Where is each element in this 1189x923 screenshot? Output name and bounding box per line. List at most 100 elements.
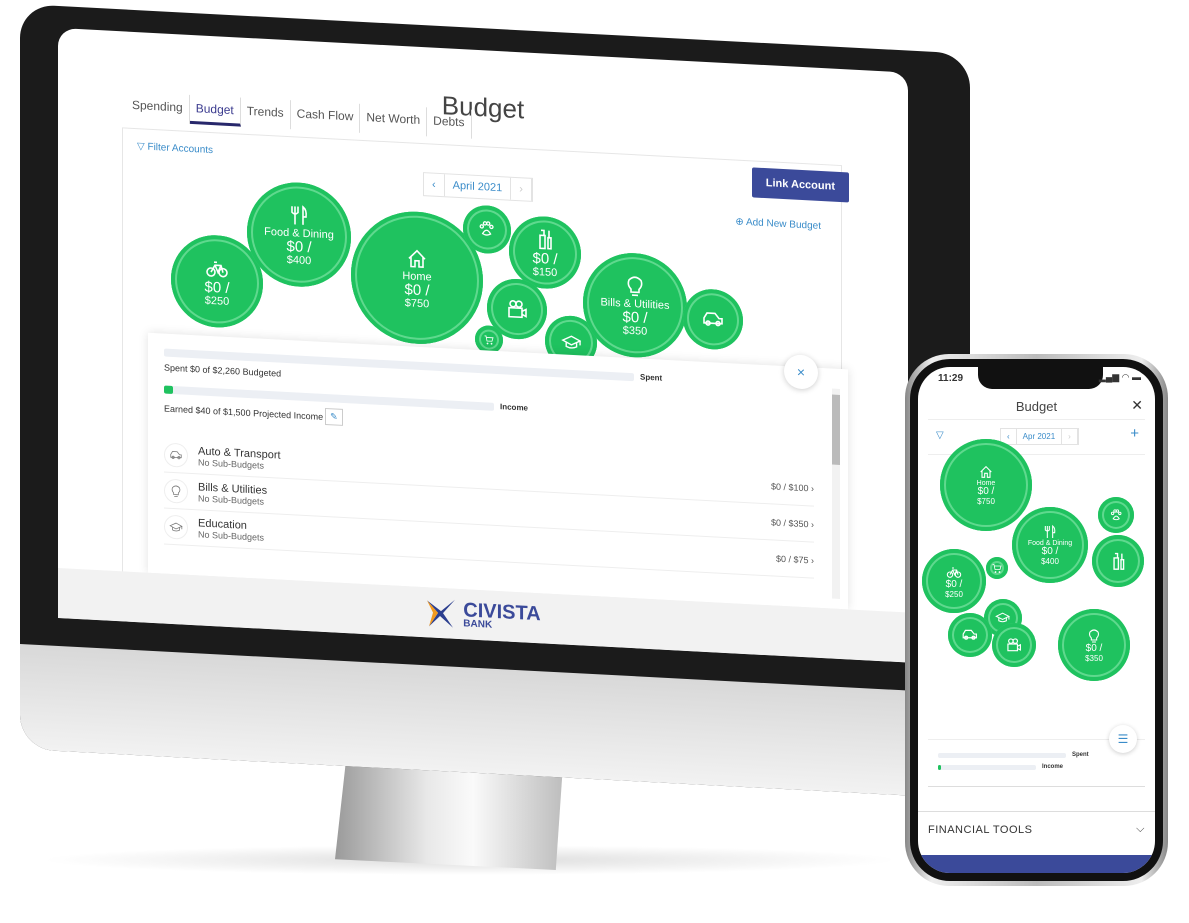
tab-net-worth[interactable]: Net Worth	[360, 103, 428, 137]
cart-icon	[484, 335, 494, 345]
graduation-icon	[169, 522, 183, 531]
spent-label: Spent	[640, 372, 663, 383]
spent-bar	[938, 752, 1066, 758]
filter-label: Filter Accounts	[147, 141, 214, 157]
phone-title: Budget	[1015, 399, 1058, 414]
fork-knife-icon	[1044, 524, 1056, 538]
month-label: April 2021	[444, 174, 512, 200]
bubble-spent: $0 /	[945, 578, 963, 590]
plus-circle-icon: ⊕	[735, 216, 746, 229]
home-icon	[980, 465, 992, 478]
bubble-spent: $0 /	[977, 486, 995, 497]
bubble-total: $750	[404, 296, 430, 310]
toiletries-icon	[539, 229, 552, 250]
scrollbar[interactable]	[832, 388, 840, 599]
row-value: $0 / $100 ›	[770, 480, 814, 494]
monitor: Budget Spending Budget Trends Cash Flow …	[20, 4, 970, 799]
budget-summary-card: × Spent Spent $0 of $2,260 Budgeted Inco…	[148, 332, 848, 610]
civista-logo-icon	[427, 599, 456, 628]
bulb-icon	[171, 485, 181, 497]
budget-bubble[interactable]: Bills & Utilities $0 /$350	[583, 250, 687, 360]
bubble-total: $400	[286, 253, 312, 267]
add-new-budget-button[interactable]: ⊕ Add New Budget	[735, 216, 821, 231]
bike-icon	[206, 260, 228, 277]
bubble-spent: $0 /	[286, 237, 312, 256]
bulb-icon	[1089, 628, 1099, 643]
bubble-total: $400	[1041, 557, 1059, 566]
filter-icon[interactable]: ▽	[936, 430, 944, 441]
filter-accounts-button[interactable]: ▽ Filter Accounts	[137, 141, 213, 156]
tab-budget[interactable]: Budget	[189, 94, 241, 127]
bubble-total: $350	[1085, 653, 1103, 663]
budget-bubble[interactable]: Home $0 /$750	[940, 439, 1032, 531]
list-view-icon[interactable]: ☰	[1109, 725, 1137, 753]
next-month-button[interactable]: ›	[1062, 429, 1078, 444]
budget-bubble[interactable]	[683, 287, 743, 351]
income-text: Earned $40 of $1,500 Projected Income	[164, 403, 324, 422]
paw-icon	[479, 221, 495, 237]
row-value: $0 / $350 ›	[770, 516, 814, 530]
add-budget-button[interactable]: +	[1130, 425, 1139, 442]
notch	[978, 367, 1103, 389]
income-bar	[938, 764, 1036, 770]
budget-bubble[interactable]	[1098, 497, 1134, 533]
budget-bubble[interactable]	[986, 557, 1008, 579]
close-button[interactable]: ✕	[1131, 397, 1143, 414]
bottom-bar	[918, 855, 1155, 873]
budget-bubble[interactable]: Food & Dining $0 /$400	[247, 179, 351, 290]
row-value: $0 / $75 ›	[775, 553, 814, 566]
budget-bubble[interactable]	[1092, 535, 1144, 587]
bulb-icon	[627, 275, 643, 296]
status-time: 11:29	[938, 373, 964, 384]
tab-spending[interactable]: Spending	[126, 91, 190, 124]
bubble-spent: $0 /	[622, 308, 648, 327]
budget-bubble[interactable]: Food & Dining $0 /$400	[1012, 507, 1088, 583]
financial-tools-label: FINANCIAL TOOLS	[928, 823, 1033, 836]
bubble-total: $750	[977, 497, 995, 506]
car-icon	[170, 450, 182, 459]
month-selector: ‹ Apr 2021 ›	[1000, 428, 1079, 445]
car-icon	[703, 312, 723, 327]
edit-pencil-icon[interactable]: ✎	[325, 407, 343, 426]
desktop-screen: Budget Spending Budget Trends Cash Flow …	[58, 27, 908, 663]
income-label: Income	[500, 402, 529, 413]
add-budget-label: Add New Budget	[745, 217, 821, 232]
budget-bubble[interactable]: $0 /$250	[922, 549, 986, 613]
next-month-button[interactable]: ›	[511, 177, 532, 201]
fork-knife-icon	[291, 204, 307, 225]
graduation-icon	[560, 335, 582, 349]
phone: 11:29 ▂▄▆ ◠ ▬ Budget ✕ ▽ ‹ Apr 2021 › + …	[905, 354, 1168, 886]
phone-screen: 11:29 ▂▄▆ ◠ ▬ Budget ✕ ▽ ‹ Apr 2021 › + …	[918, 367, 1155, 873]
bubble-spent: $0 /	[1041, 546, 1059, 557]
civista-logo: CIVISTA BANK	[463, 598, 541, 631]
bubble-spent: $0 /	[204, 278, 230, 297]
bubble-total: $150	[532, 265, 558, 279]
prev-month-button[interactable]: ‹	[424, 173, 445, 197]
chevron-down-icon: ⌵	[1136, 823, 1145, 835]
spent-label: Spent	[1072, 752, 1089, 758]
tab-trends[interactable]: Trends	[240, 97, 291, 130]
income-label: Income	[1042, 764, 1064, 770]
bike-icon	[946, 566, 962, 578]
camera-icon	[1007, 638, 1022, 652]
tab-debts[interactable]: Debts	[427, 107, 472, 139]
bubble-total: $250	[945, 589, 963, 599]
bubble-spent: $0 /	[404, 280, 430, 299]
paw-icon	[1110, 509, 1122, 520]
month-selector: ‹ April 2021 ›	[423, 172, 533, 202]
tab-cash-flow[interactable]: Cash Flow	[290, 100, 361, 133]
month-label: Apr 2021	[1017, 429, 1063, 444]
budget-bubble[interactable]: $0 /$350	[1058, 609, 1130, 681]
budget-bubble[interactable]	[992, 623, 1036, 667]
status-icons: ▂▄▆ ◠ ▬	[1098, 372, 1141, 382]
budget-bubble[interactable]	[948, 613, 992, 657]
bubble-spent: $0 /	[1085, 642, 1103, 654]
bubble-spent: $0 /	[532, 249, 558, 268]
bubble-total: $250	[204, 294, 230, 308]
home-icon	[408, 249, 426, 268]
bubble-total: $350	[622, 324, 648, 338]
car-icon	[962, 630, 978, 640]
link-account-button[interactable]: Link Account	[751, 167, 849, 203]
financial-tools-menu[interactable]: FINANCIAL TOOLS ⌵	[918, 811, 1155, 847]
camera-icon	[508, 300, 527, 319]
